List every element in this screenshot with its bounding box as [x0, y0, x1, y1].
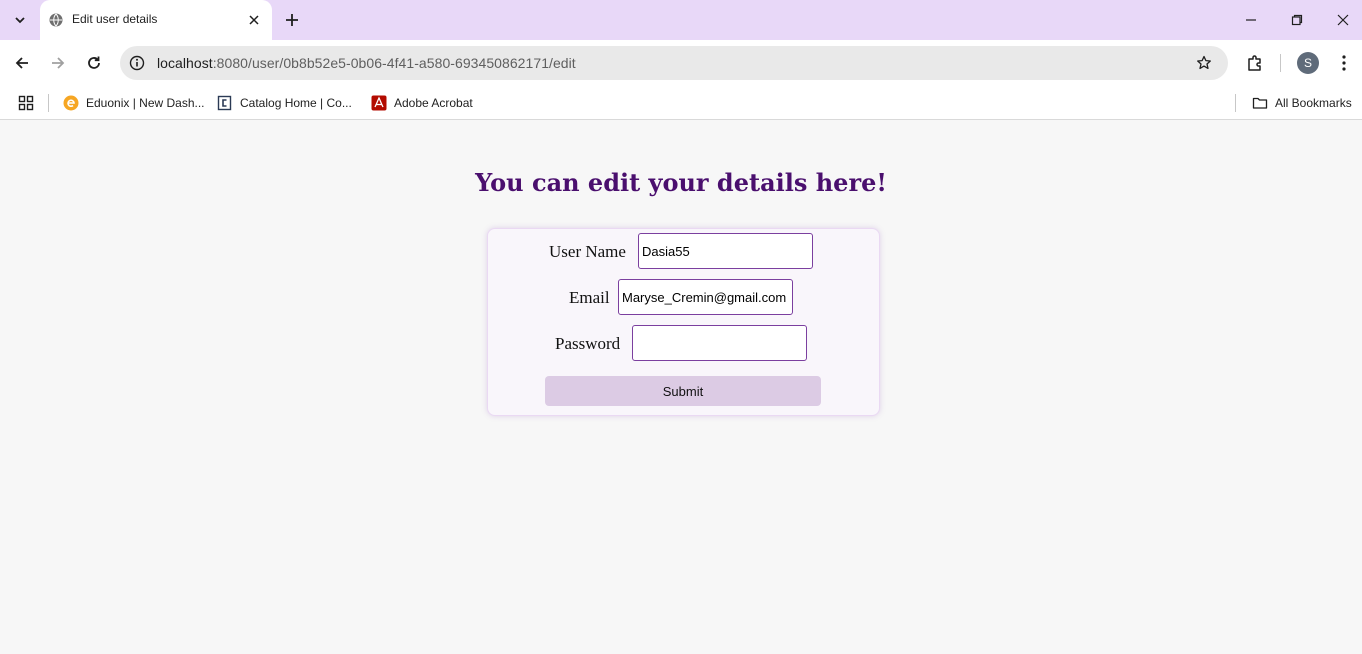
back-button[interactable] — [10, 51, 34, 75]
chevron-down-icon — [15, 17, 25, 24]
tab-search-button[interactable] — [6, 6, 34, 34]
browser-toolbar: localhost:8080/user/0b8b52e5-0b06-4f41-a… — [0, 40, 1362, 86]
address-bar[interactable]: localhost:8080/user/0b8b52e5-0b06-4f41-a… — [120, 46, 1228, 80]
bookmark-label: Eduonix | New Dash... — [86, 96, 205, 110]
star-icon — [1197, 55, 1211, 70]
puzzle-icon — [1248, 55, 1261, 71]
browser-menu-button[interactable] — [1332, 51, 1356, 75]
username-input[interactable]: Dasia55 — [638, 233, 813, 269]
bookmark-star-button[interactable] — [1194, 53, 1214, 73]
restore-button[interactable] — [1285, 8, 1309, 32]
close-window-button[interactable] — [1331, 8, 1355, 32]
info-icon — [129, 55, 145, 71]
acrobat-icon — [371, 95, 387, 111]
catalog-icon — [217, 95, 233, 111]
bookmark-label: Adobe Acrobat — [394, 96, 473, 110]
forward-button[interactable] — [46, 51, 70, 75]
close-icon — [249, 15, 259, 25]
bookmarks-bar: Eduonix | New Dash... Catalog Home | Co.… — [0, 86, 1362, 120]
password-input[interactable] — [632, 325, 807, 361]
site-info-button[interactable] — [128, 54, 146, 72]
username-label: User Name — [549, 242, 626, 261]
tab-close-button[interactable] — [246, 12, 262, 28]
apps-grid-icon — [18, 95, 34, 111]
reload-icon — [88, 56, 100, 69]
email-input[interactable]: Maryse_Cremin@gmail.com — [618, 279, 793, 315]
new-tab-button[interactable] — [282, 10, 302, 30]
toolbar-divider — [1280, 54, 1281, 72]
arrow-right-icon — [52, 57, 65, 69]
all-bookmarks-label: All Bookmarks — [1275, 96, 1352, 110]
bookmark-label: Catalog Home | Co... — [240, 96, 352, 110]
all-bookmarks-button[interactable]: All Bookmarks — [1252, 92, 1352, 114]
close-icon — [1337, 14, 1349, 26]
tab-title: Edit user details — [72, 12, 158, 26]
bookmark-acrobat[interactable]: Adobe Acrobat — [371, 92, 473, 114]
globe-icon — [49, 13, 63, 27]
bookmarks-divider — [48, 94, 49, 112]
page-heading: You can edit your details here! — [475, 168, 887, 197]
bookmark-catalog[interactable]: Catalog Home | Co... — [217, 92, 352, 114]
email-label: Email — [569, 288, 610, 307]
url-host: localhost — [157, 55, 213, 71]
plus-icon — [286, 14, 298, 26]
url-path: :8080/user/0b8b52e5-0b06-4f41-a580-69345… — [212, 55, 576, 71]
restore-icon — [1291, 14, 1303, 26]
url-text: localhost:8080/user/0b8b52e5-0b06-4f41-a… — [157, 55, 576, 71]
apps-button[interactable] — [18, 92, 34, 114]
kebab-menu-icon — [1342, 55, 1346, 71]
tab-active[interactable]: Edit user details — [40, 0, 272, 40]
profile-avatar[interactable]: S — [1297, 52, 1319, 74]
arrow-left-icon — [15, 57, 28, 69]
bookmarks-divider — [1235, 94, 1236, 112]
reload-button[interactable] — [82, 51, 106, 75]
submit-button[interactable]: Submit — [545, 376, 821, 406]
minimize-button[interactable] — [1239, 8, 1263, 32]
eduonix-icon — [63, 95, 79, 111]
minimize-icon — [1246, 19, 1256, 21]
password-label: Password — [555, 334, 621, 353]
tab-strip: Edit user details — [0, 0, 1362, 40]
bookmark-eduonix[interactable]: Eduonix | New Dash... — [63, 92, 205, 114]
extensions-button[interactable] — [1243, 51, 1267, 75]
folder-icon — [1252, 95, 1268, 111]
